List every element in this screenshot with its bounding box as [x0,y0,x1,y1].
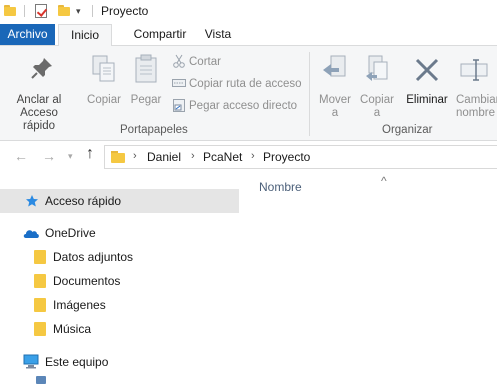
folder-icon [4,5,16,16]
new-folder-icon[interactable] [58,5,70,16]
paste-label: Pegar [130,94,162,106]
paste-icon [135,54,157,83]
nav-item-datos-adjuntos[interactable]: Datos adjuntos [0,245,239,269]
file-list: Nombre ^ [239,173,497,384]
copy-path-label: Copiar ruta de acceso [189,78,302,90]
copy-path-icon [172,79,186,87]
breadcrumb-item[interactable]: Daniel [147,150,181,164]
nav-label: Acceso rápido [45,194,122,208]
rename-button[interactable]: Cambiar nombre [452,50,497,124]
drive-icon [36,376,46,384]
breadcrumb-chevron-icon[interactable]: › [251,150,255,162]
pin-quick-access-button[interactable]: Anclar al Acceso rápido [4,50,74,132]
folder-icon [34,250,46,264]
computer-icon [23,354,39,369]
copy-icon [92,55,115,82]
forward-arrow-icon[interactable]: → [42,148,56,164]
copy-path-button[interactable]: Copiar ruta de acceso [172,76,306,94]
folder-icon [34,322,46,336]
move-to-icon [323,55,346,77]
tab-file[interactable]: Archivo [0,24,55,45]
pin-icon [31,58,52,79]
breadcrumb-chevron-icon[interactable]: › [191,150,195,162]
separator [24,5,25,17]
navigation-pane: Acceso rápido OneDrive Datos adjuntos Do… [0,173,239,384]
rename-icon [460,59,488,81]
breadcrumb-chevron-icon[interactable]: › [133,150,137,162]
properties-icon[interactable] [35,4,47,18]
nav-item-musica[interactable]: Música [0,317,239,341]
nav-label: Este equipo [45,355,109,369]
paste-shortcut-icon [173,99,185,112]
nav-item-documentos[interactable]: Documentos [0,269,239,293]
recent-locations-chevron-icon[interactable]: ▾ [68,151,73,162]
tab-view[interactable]: Vista [196,24,240,46]
delete-button[interactable]: Eliminar [404,50,450,124]
cut-button[interactable]: Cortar [172,54,232,72]
back-arrow-icon[interactable]: ← [14,148,28,164]
separator [92,5,93,17]
group-separator [309,52,310,136]
folder-icon [111,151,125,163]
ribbon: Anclar al Acceso rápido Copiar Pegar Cor… [0,45,497,141]
tab-home[interactable]: Inicio [58,24,112,46]
nav-item-quick-access[interactable]: Acceso rápido [0,189,239,213]
copy-to-icon [366,55,388,81]
copy-to-label: Copiar a [360,94,394,119]
nav-label: Imágenes [53,298,106,312]
sort-ascending-icon: ^ [381,174,387,188]
cut-label: Cortar [189,56,221,68]
organize-group-label: Organizar [382,124,433,136]
nav-label: Música [53,322,92,336]
folder-icon [34,298,46,312]
nav-item-this-pc[interactable]: Este equipo [0,350,239,374]
clipboard-group-label: Portapapeles [120,124,188,136]
star-icon [26,195,38,207]
copy-label: Copiar [87,94,121,106]
scissors-icon [173,54,185,68]
cloud-icon [23,230,39,238]
nav-label: OneDrive [45,226,96,240]
nav-item-onedrive[interactable]: OneDrive [0,221,239,245]
delete-x-icon [415,58,439,82]
copy-button[interactable]: Copiar [84,50,124,124]
move-to-label: Mover a [319,94,351,119]
paste-shortcut-label: Pegar acceso directo [189,100,298,112]
folder-icon [34,274,46,288]
copy-to-button[interactable]: Copiar a [357,50,397,124]
breadcrumb-item[interactable]: Proyecto [263,150,310,164]
paste-shortcut-button[interactable]: Pegar acceso directo [172,98,298,116]
title-bar: ▾ Proyecto [0,0,497,24]
tab-share[interactable]: Compartir [118,24,202,46]
move-to-button[interactable]: Mover a [315,50,355,124]
quick-access-dropdown-icon[interactable]: ▾ [76,6,81,17]
ribbon-tabs: Archivo Inicio Compartir Vista [0,24,497,46]
delete-label: Eliminar [406,94,448,106]
window-title: Proyecto [101,4,149,18]
column-label: Nombre [259,180,302,194]
name-column-header[interactable]: Nombre ^ [259,174,387,194]
nav-item-imagenes[interactable]: Imágenes [0,293,239,317]
up-arrow-icon[interactable]: ↑ [86,145,94,163]
navigation-bar: ← → ▾ ↑ › Daniel › PcaNet › Proyecto [0,141,497,173]
nav-label: Documentos [53,274,121,288]
address-bar[interactable]: › Daniel › PcaNet › Proyecto [104,145,497,169]
breadcrumb-item[interactable]: PcaNet [203,150,242,164]
rename-label: Cambiar nombre [456,94,497,119]
paste-button[interactable]: Pegar [126,50,166,124]
pin-label: Anclar al Acceso rápido [16,94,62,132]
nav-label: Datos adjuntos [53,250,134,264]
